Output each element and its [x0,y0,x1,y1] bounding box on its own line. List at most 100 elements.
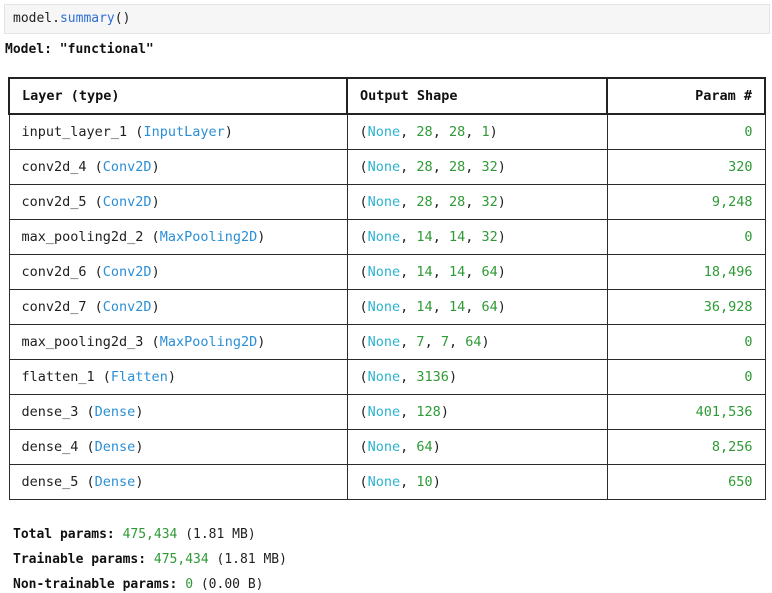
layer-type: Dense [94,404,136,420]
shape-dim: 28 [416,194,433,210]
code-parens: () [114,11,131,26]
shape-batch-dim: None [367,299,401,315]
shape-dim: 28 [416,124,433,140]
layer-name: input_layer_1 [21,124,128,140]
layer-name: conv2d_4 [21,159,87,175]
table-row: conv2d_7 (Conv2D) (None, 14, 14, 64) 36,92… [8,289,766,325]
shape-dim: 64 [416,439,433,455]
shape-batch-dim: None [367,334,401,350]
totals-value: 475,434 [122,527,178,542]
table-row: input_layer_1 (InputLayer) (None, 28, 28,… [8,113,766,150]
totals-value: 0 [185,577,194,592]
layer-cell: max_pooling2d_2 (MaxPooling2D) [8,219,348,255]
model-title-name: "functional" [59,42,154,57]
output-shape-cell: (None, 28, 28, 32) [346,149,608,185]
shape-dim: 14 [416,264,433,280]
shape-dim: 64 [481,264,498,280]
output-shape-cell: (None, 28, 28, 1) [346,113,608,150]
model-title-prefix: Model: [5,42,60,57]
shape-dim: 14 [416,229,433,245]
layer-type: InputLayer [143,124,225,140]
layer-cell: max_pooling2d_3 (MaxPooling2D) [8,324,348,360]
model-summary-table: Layer (type) Output Shape Param # input_… [8,77,766,500]
param-count-cell: 8,256 [606,429,766,465]
param-count-cell: 0 [606,359,766,395]
param-count-cell: 650 [606,464,766,500]
layer-name: dense_5 [21,474,79,490]
output-shape-cell: (None, 14, 14, 64) [346,254,608,290]
table-row: conv2d_6 (Conv2D) (None, 14, 14, 64) 18,49… [8,254,766,290]
shape-dim: 14 [448,264,466,280]
shape-batch-dim: None [367,229,401,245]
layer-type: Conv2D [102,299,152,315]
code-cell[interactable]: model.summary() [4,4,770,34]
layer-name: max_pooling2d_3 [21,334,144,350]
layer-type: MaxPooling2D [159,334,258,350]
layer-cell: conv2d_6 (Conv2D) [8,254,348,290]
layer-cell: conv2d_5 (Conv2D) [8,184,348,220]
param-count-cell: 0 [606,324,766,360]
table-row: max_pooling2d_2 (MaxPooling2D) (None, 14,… [8,219,766,255]
totals-value: 475,434 [153,552,209,567]
param-count-cell: 9,248 [606,184,766,220]
table-row: max_pooling2d_3 (MaxPooling2D) (None, 7, … [8,324,766,360]
layer-name: dense_3 [21,404,79,420]
shape-dim: 28 [448,194,466,210]
shape-dim: 14 [448,299,466,315]
shape-dim: 28 [416,159,433,175]
layer-cell: dense_4 (Dense) [8,429,348,465]
shape-dim: 7 [440,334,449,350]
layer-type: Dense [94,474,136,490]
shape-batch-dim: None [367,439,401,455]
layer-type: MaxPooling2D [159,229,258,245]
shape-dim: 32 [481,194,498,210]
shape-batch-dim: None [367,369,401,385]
layer-type: Dense [94,439,136,455]
shape-dim: 32 [481,159,498,175]
shape-dim: 28 [448,124,466,140]
param-count-cell: 36,928 [606,289,766,325]
param-count-cell: 18,496 [606,254,766,290]
shape-batch-dim: None [367,404,401,420]
layer-name: max_pooling2d_2 [21,229,144,245]
param-count-cell: 401,536 [606,394,766,430]
table-row: dense_4 (Dense) (None, 64) 8,256 [8,429,766,465]
layer-cell: conv2d_4 (Conv2D) [8,149,348,185]
layer-cell: conv2d_7 (Conv2D) [8,289,348,325]
table-row: flatten_1 (Flatten) (None, 3136) 0 [8,359,766,395]
shape-dim: 10 [416,474,433,490]
output-shape-cell: (None, 64) [346,429,608,465]
totals-label: Total params: [13,527,115,542]
layer-cell: dense_5 (Dense) [8,464,348,500]
header-layer-type: Layer (type) [8,77,348,115]
totals-label: Trainable params: [13,552,147,567]
layer-name: dense_4 [21,439,79,455]
output-shape-cell: (None, 14, 14, 64) [346,289,608,325]
shape-dim: 14 [448,229,466,245]
code-method: summary [59,11,115,26]
layer-cell: dense_3 (Dense) [8,394,348,430]
table-row: dense_3 (Dense) (None, 128) 401,536 [8,394,766,430]
output-shape-cell: (None, 28, 28, 32) [346,184,608,220]
layer-type: Conv2D [102,159,152,175]
table-row: conv2d_4 (Conv2D) (None, 28, 28, 32) 320 [8,149,766,185]
output-shape-cell: (None, 7, 7, 64) [346,324,608,360]
output-shape-cell: (None, 3136) [346,359,608,395]
layer-name: flatten_1 [21,369,95,385]
header-param-count: Param # [606,77,766,115]
layer-name: conv2d_5 [21,194,87,210]
code-object: model [13,11,53,26]
layer-cell: flatten_1 (Flatten) [8,359,348,395]
shape-batch-dim: None [367,194,401,210]
model-title: Model: "functional" [5,42,154,57]
layer-name: conv2d_6 [21,264,87,280]
layer-type: Conv2D [102,194,152,210]
totals-size: (1.81 MB) [216,552,287,567]
output-shape-cell: (None, 128) [346,394,608,430]
param-count-cell: 0 [606,219,766,255]
header-output-shape: Output Shape [346,77,608,115]
table-header-row: Layer (type) Output Shape Param # [8,77,766,115]
shape-batch-dim: None [367,474,401,490]
shape-dim: 28 [448,159,466,175]
shape-dim: 14 [416,299,433,315]
